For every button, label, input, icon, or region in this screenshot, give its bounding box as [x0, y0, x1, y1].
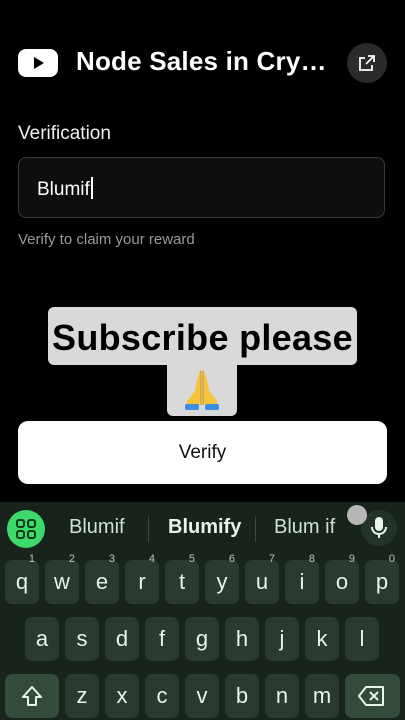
key-f[interactable]: f: [145, 617, 179, 661]
touch-indicator: [347, 505, 367, 525]
key-c[interactable]: c: [145, 674, 179, 718]
app-header: Node Sales in Cryp…: [0, 0, 405, 110]
keyboard-apps-button[interactable]: [7, 510, 45, 548]
backspace-key[interactable]: [345, 674, 400, 718]
key-w[interactable]: w2: [45, 553, 79, 604]
praying-hands-emoji: [167, 361, 237, 416]
suggestion-divider: [148, 516, 149, 542]
key-g[interactable]: g: [185, 617, 219, 661]
open-external-icon: [359, 55, 375, 71]
key-d[interactable]: d: [105, 617, 139, 661]
shift-key[interactable]: [5, 674, 59, 718]
text-caret: [90, 177, 93, 199]
key-a[interactable]: a: [25, 617, 59, 661]
helper-text: Verify to claim your reward: [18, 231, 195, 248]
on-screen-keyboard: Blumif Blumify Blum if q1 w2 e3 r4 t5 y6…: [0, 502, 405, 720]
key-t[interactable]: t5: [165, 553, 199, 604]
open-external-button[interactable]: [347, 43, 387, 83]
key-q[interactable]: q1: [5, 553, 39, 604]
key-m[interactable]: m: [305, 674, 339, 718]
page-title: Node Sales in Cryp…: [76, 46, 338, 76]
suggestion-bar: Blumif Blumify Blum if: [0, 502, 405, 552]
key-r[interactable]: r4: [125, 553, 159, 604]
key-h[interactable]: h: [225, 617, 259, 661]
key-n[interactable]: n: [265, 674, 299, 718]
key-o[interactable]: o9: [325, 553, 359, 604]
key-y[interactable]: y6: [205, 553, 239, 604]
key-e[interactable]: e3: [85, 553, 119, 604]
key-v[interactable]: v: [185, 674, 219, 718]
verify-button[interactable]: Verify: [18, 421, 387, 484]
key-u[interactable]: u7: [245, 553, 279, 604]
verification-label: Verification: [18, 123, 111, 144]
key-k[interactable]: k: [305, 617, 339, 661]
subscribe-caption: Subscribe please: [48, 307, 357, 365]
grid-icon: [16, 519, 36, 539]
microphone-icon: [371, 517, 387, 538]
suggestion-2[interactable]: Blumify: [168, 516, 241, 539]
key-b[interactable]: b: [225, 674, 259, 718]
subscribe-caption-text: Subscribe please: [52, 317, 353, 358]
key-i[interactable]: i8: [285, 553, 319, 604]
praying-hands-icon: [185, 369, 219, 410]
key-s[interactable]: s: [65, 617, 99, 661]
key-p[interactable]: p0: [365, 553, 399, 604]
shift-icon: [22, 686, 42, 706]
key-l[interactable]: l: [345, 617, 379, 661]
suggestion-3[interactable]: Blum if: [274, 516, 335, 539]
verification-input-value: Blumif: [37, 179, 90, 200]
suggestion-divider: [255, 516, 256, 542]
backspace-icon: [358, 686, 384, 706]
youtube-logo-icon[interactable]: [18, 49, 58, 77]
key-z[interactable]: z: [65, 674, 99, 718]
key-j[interactable]: j: [265, 617, 299, 661]
verification-input[interactable]: Blumif: [18, 157, 385, 218]
suggestion-1[interactable]: Blumif: [69, 516, 125, 539]
key-x[interactable]: x: [105, 674, 139, 718]
